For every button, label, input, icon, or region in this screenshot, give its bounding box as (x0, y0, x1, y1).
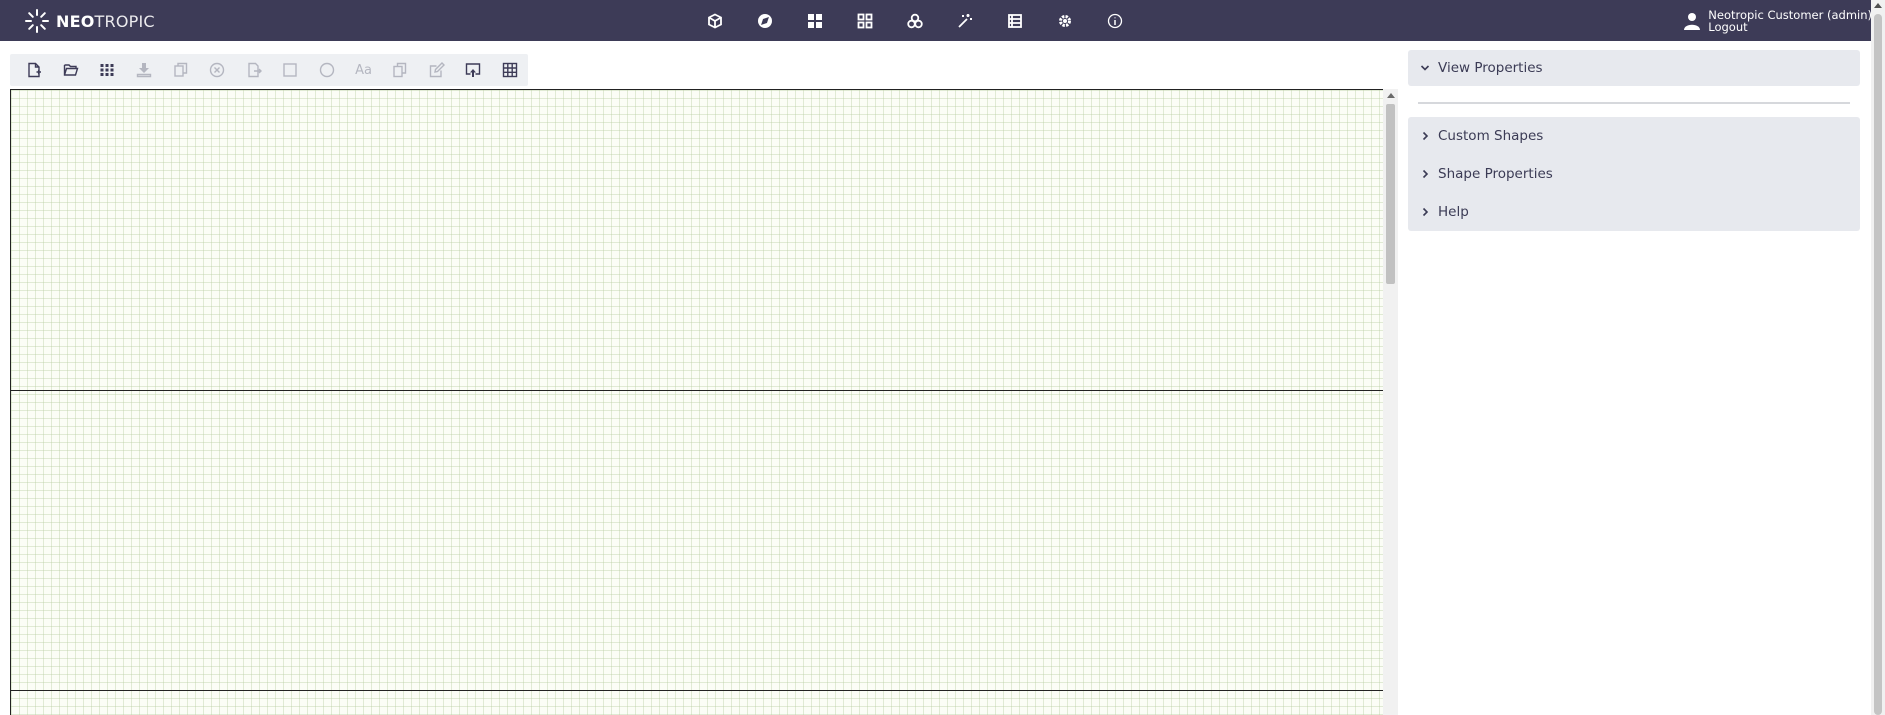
edit-button[interactable] (418, 54, 455, 86)
nav-grid[interactable] (853, 8, 877, 34)
info-icon (1107, 13, 1123, 29)
custom-shapes-header[interactable]: Custom Shapes (1408, 117, 1860, 155)
nav-cube[interactable] (703, 8, 727, 34)
nav-circles[interactable] (903, 8, 927, 34)
view-properties-body (1408, 86, 1860, 117)
page-scroll-thumb[interactable] (1874, 14, 1882, 715)
neotropic-logo-icon (25, 9, 49, 33)
nav-list[interactable] (1003, 8, 1027, 34)
nav-settings[interactable] (1053, 8, 1077, 34)
page-break-line (11, 690, 1384, 691)
download-icon (136, 63, 152, 78)
grid-icon (857, 13, 873, 29)
copy-icon (173, 62, 187, 77)
logout-link[interactable]: Logout (1708, 21, 1872, 33)
palette-button[interactable] (89, 54, 126, 86)
diagram-canvas-container (10, 89, 1398, 715)
duplicate-icon (393, 62, 407, 78)
chevron-right-icon (1422, 131, 1429, 141)
new-button[interactable] (16, 54, 53, 86)
rectangle-icon (283, 63, 298, 77)
brand-bold: NEO (56, 11, 95, 31)
editor-toolbar: Aa (10, 54, 528, 86)
brand-light: TROPIC (94, 11, 155, 31)
custom-shapes-label: Custom Shapes (1438, 128, 1544, 144)
circle-icon (319, 62, 335, 78)
delete-circle-icon (209, 62, 225, 78)
canvas-scroll-up-icon[interactable] (1387, 93, 1395, 98)
help-label: Help (1438, 204, 1469, 220)
delete-button[interactable] (199, 54, 236, 86)
cube-icon (708, 13, 722, 29)
copy-button[interactable] (162, 54, 199, 86)
user-info: Neotropic Customer (admin) Logout (1708, 9, 1872, 33)
download-button[interactable] (126, 54, 163, 86)
table-icon (502, 62, 517, 78)
user-icon (1684, 13, 1701, 30)
export-icon (248, 62, 262, 78)
nav-info[interactable] (1103, 8, 1127, 34)
text-icon: Aa (355, 62, 372, 78)
rectangle-tool[interactable] (272, 54, 309, 86)
duplicate-button[interactable] (382, 54, 419, 86)
chevron-down-icon (1420, 65, 1430, 71)
user-menu: Neotropic Customer (admin) Logout (1684, 8, 1872, 34)
open-button[interactable] (53, 54, 90, 86)
wand-icon (958, 14, 972, 28)
gear-icon (1059, 15, 1071, 27)
compass-icon (758, 14, 772, 28)
circles-icon (907, 13, 923, 29)
dots-grid-icon (100, 64, 114, 76)
brand-logo[interactable]: NEOTROPIC (24, 8, 155, 34)
help-header[interactable]: Help (1408, 193, 1860, 231)
view-properties-label: View Properties (1438, 60, 1543, 76)
page-scroll-up-icon[interactable] (1874, 3, 1882, 8)
open-folder-icon (63, 64, 79, 76)
brand-name: NEOTROPIC (56, 12, 155, 31)
nav-compass[interactable] (753, 8, 777, 34)
screen-export-button[interactable] (455, 54, 492, 86)
chevron-right-icon (1422, 207, 1429, 217)
chevron-right-icon (1422, 169, 1429, 179)
table-button[interactable] (492, 54, 529, 86)
shape-properties-label: Shape Properties (1438, 166, 1553, 182)
text-tool[interactable]: Aa (345, 54, 382, 86)
screen-export-icon (466, 63, 481, 77)
page-scrollbar[interactable] (1871, 0, 1885, 715)
collapsed-sections: Custom Shapes Shape Properties Help (1408, 117, 1860, 231)
list-icon (1008, 14, 1022, 28)
new-file-icon (28, 62, 42, 78)
view-properties-header[interactable]: View Properties (1408, 50, 1860, 86)
ellipse-tool[interactable] (309, 54, 346, 86)
shape-properties-header[interactable]: Shape Properties (1408, 155, 1860, 193)
properties-panel: View Properties Custom Shapes Shape Prop… (1408, 50, 1860, 231)
canvas-scroll-thumb[interactable] (1386, 104, 1395, 284)
top-navbar: NEOTROPIC Neotropic Customer (admin) Log… (0, 0, 1885, 41)
canvas-scrollbar[interactable] (1383, 89, 1398, 715)
main-nav (703, 8, 1127, 34)
edit-icon (429, 62, 445, 78)
nav-dashboard[interactable] (803, 8, 827, 34)
page-break-line (11, 390, 1384, 391)
nav-wand[interactable] (953, 8, 977, 34)
divider (1418, 101, 1850, 104)
export-button[interactable] (235, 54, 272, 86)
dashboard-icon (808, 14, 822, 28)
diagram-canvas[interactable] (10, 89, 1384, 715)
